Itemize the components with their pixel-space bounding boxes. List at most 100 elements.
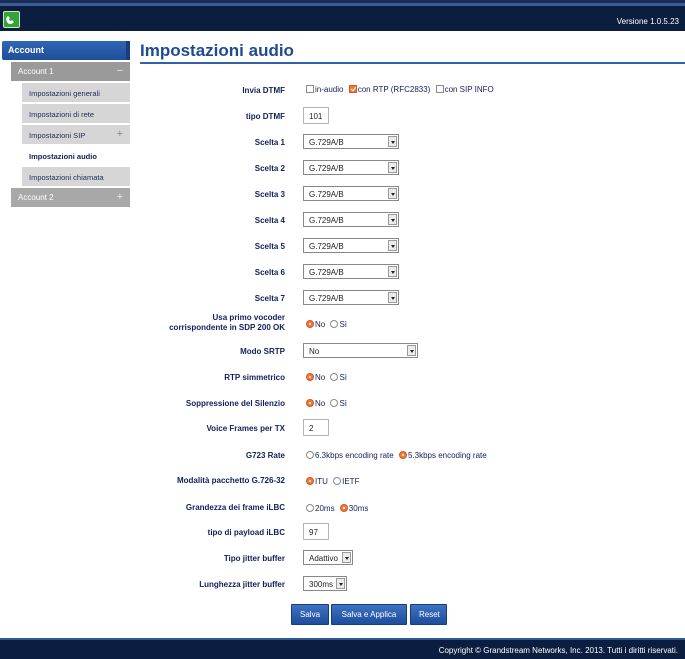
select-value: G.729A/B xyxy=(309,138,344,147)
dtmf-type-input[interactable]: 101 xyxy=(303,107,329,124)
choice-1-label: Scelta 1 xyxy=(254,138,285,147)
dtmf-rtp-checkbox[interactable] xyxy=(348,85,357,93)
silence-suppression-label: Soppressione del Silenzio xyxy=(185,399,285,408)
choice-5-select[interactable]: G.729A/B xyxy=(303,238,399,253)
collapse-icon[interactable]: − xyxy=(117,65,123,77)
choice-1-select[interactable]: G.729A/B xyxy=(303,134,399,149)
dtmf-options: in-audio con RTP (RFC2833) con SIP INFO xyxy=(306,85,497,94)
select-value: 300ms xyxy=(309,580,334,589)
dtmf-in-audio-checkbox[interactable] xyxy=(306,85,314,93)
jitter-type-label: Tipo jitter buffer xyxy=(223,554,285,563)
ilbc-30ms-radio[interactable] xyxy=(339,504,348,512)
choice-4-select[interactable]: G.729A/B xyxy=(303,212,399,227)
sidebar-item-label: Impostazioni di rete xyxy=(29,110,95,119)
select-value: Adattivo xyxy=(309,554,338,563)
sidebar-item-sip-settings[interactable]: Impostazioni SIP + xyxy=(22,125,130,144)
first-vocoder-no-radio[interactable] xyxy=(306,320,314,328)
select-value: G.729A/B xyxy=(309,190,344,199)
expand-icon[interactable]: + xyxy=(117,191,123,203)
chevron-down-icon xyxy=(388,214,397,225)
rtp-symmetric-options: No Sì xyxy=(306,373,350,382)
option-label: 30ms xyxy=(348,504,369,513)
first-vocoder-yes-radio[interactable] xyxy=(330,320,339,328)
sidebar-item-general-settings[interactable]: Impostazioni generali xyxy=(22,83,130,102)
option-label: con RTP (RFC2833) xyxy=(357,85,431,94)
footer-bar: Copyright © Grandstream Networks, Inc. 2… xyxy=(0,638,685,659)
first-vocoder-options: No Sì xyxy=(306,320,350,329)
choice-6-select[interactable]: G.729A/B xyxy=(303,264,399,279)
jitter-length-label: Lunghezza jitter buffer xyxy=(199,580,285,589)
rtp-symmetric-no-radio[interactable] xyxy=(306,373,314,381)
g726-ietf-radio[interactable] xyxy=(333,477,342,485)
srtp-select[interactable]: No xyxy=(303,343,418,358)
chevron-down-icon xyxy=(388,188,397,199)
firmware-version: Versione 1.0.5.23 xyxy=(616,17,679,26)
ilbc-frame-options: 20ms 30ms xyxy=(306,504,371,513)
g726-itu-radio[interactable] xyxy=(306,477,314,485)
sidebar-item-call-settings[interactable]: Impostazioni chiamata xyxy=(22,167,130,186)
srtp-label: Modo SRTP xyxy=(240,347,285,356)
option-label: 5.3kbps encoding rate xyxy=(407,451,487,460)
silence-suppression-yes-radio[interactable] xyxy=(330,399,339,407)
rtp-symmetric-yes-radio[interactable] xyxy=(330,373,339,381)
voice-frames-input[interactable]: 2 xyxy=(303,419,329,436)
select-value: G.729A/B xyxy=(309,164,344,173)
sidebar-item-account-1[interactable]: Account 1 − xyxy=(11,62,130,81)
jitter-length-select[interactable]: 300ms xyxy=(303,576,347,591)
choice-6-label: Scelta 6 xyxy=(254,268,285,277)
chevron-down-icon xyxy=(388,266,397,277)
choice-7-select[interactable]: G.729A/B xyxy=(303,290,399,305)
chevron-down-icon xyxy=(388,162,397,173)
dtmf-sip-info-checkbox[interactable] xyxy=(435,85,444,93)
option-label: 6.3kbps encoding rate xyxy=(315,451,394,460)
sidebar-item-label: Account 1 xyxy=(18,67,54,76)
expand-icon[interactable]: + xyxy=(117,128,123,140)
option-label: Sì xyxy=(339,373,348,382)
choice-3-label: Scelta 3 xyxy=(254,190,285,199)
g723-6-3kbps-radio[interactable] xyxy=(306,451,314,459)
option-label: con SIP INFO xyxy=(444,85,494,94)
g726-mode-label: Modalità pacchetto G.726-32 xyxy=(176,476,285,485)
sidebar-title-account[interactable]: Account xyxy=(2,41,130,60)
reset-button[interactable]: Reset xyxy=(410,604,447,625)
g723-5-3kbps-radio[interactable] xyxy=(398,451,407,459)
option-label: ITU xyxy=(315,477,328,486)
ilbc-20ms-radio[interactable] xyxy=(306,504,314,512)
sidebar-item-label: Impostazioni SIP xyxy=(29,131,86,140)
option-label: No xyxy=(315,320,326,329)
choice-7-label: Scelta 7 xyxy=(254,294,285,303)
top-bar: Versione 1.0.5.23 xyxy=(0,0,685,31)
chevron-down-icon xyxy=(407,345,416,356)
sidebar-item-label: Impostazioni chiamata xyxy=(29,173,104,182)
choice-3-select[interactable]: G.729A/B xyxy=(303,186,399,201)
save-button[interactable]: Salva xyxy=(291,604,329,625)
dtmf-label: Invia DTMF xyxy=(242,86,285,95)
first-vocoder-label: Usa primo vocoder corrispondente in SDP … xyxy=(169,313,285,333)
sidebar-item-network-settings[interactable]: Impostazioni di rete xyxy=(22,104,130,123)
sidebar-item-audio-settings[interactable]: Impostazioni audio xyxy=(22,146,130,165)
silence-suppression-no-radio[interactable] xyxy=(306,399,314,407)
g723-rate-label: G723 Rate xyxy=(245,451,285,460)
option-label: No xyxy=(315,399,326,408)
ilbc-payload-input[interactable]: 97 xyxy=(303,523,329,540)
choice-5-label: Scelta 5 xyxy=(254,242,285,251)
phone-logo-icon xyxy=(3,11,20,28)
copyright-text: Copyright © Grandstream Networks, Inc. 2… xyxy=(438,646,678,655)
choice-2-select[interactable]: G.729A/B xyxy=(303,160,399,175)
page-title: Impostazioni audio xyxy=(140,41,294,60)
ilbc-payload-label: tipo di payload iLBC xyxy=(207,528,285,537)
sidebar-item-label: Impostazioni generali xyxy=(29,89,100,98)
voice-frames-label: Voice Frames per TX xyxy=(206,424,285,433)
chevron-down-icon xyxy=(388,292,397,303)
ilbc-frame-label: Grandezza dei frame iLBC xyxy=(185,503,285,512)
jitter-type-select[interactable]: Adattivo xyxy=(303,550,353,565)
select-value: G.729A/B xyxy=(309,242,344,251)
sidebar-item-account-2[interactable]: Account 2 + xyxy=(11,188,130,207)
g726-mode-options: ITU IETF xyxy=(306,477,362,486)
label-line: corrispondente in SDP 200 OK xyxy=(169,323,285,332)
option-label: 20ms xyxy=(315,504,335,513)
silence-suppression-options: No Sì xyxy=(306,399,350,408)
save-and-apply-button[interactable]: Salva e Applica xyxy=(331,604,407,625)
option-label: Sì xyxy=(339,320,348,329)
option-label: in-audio xyxy=(315,85,344,94)
